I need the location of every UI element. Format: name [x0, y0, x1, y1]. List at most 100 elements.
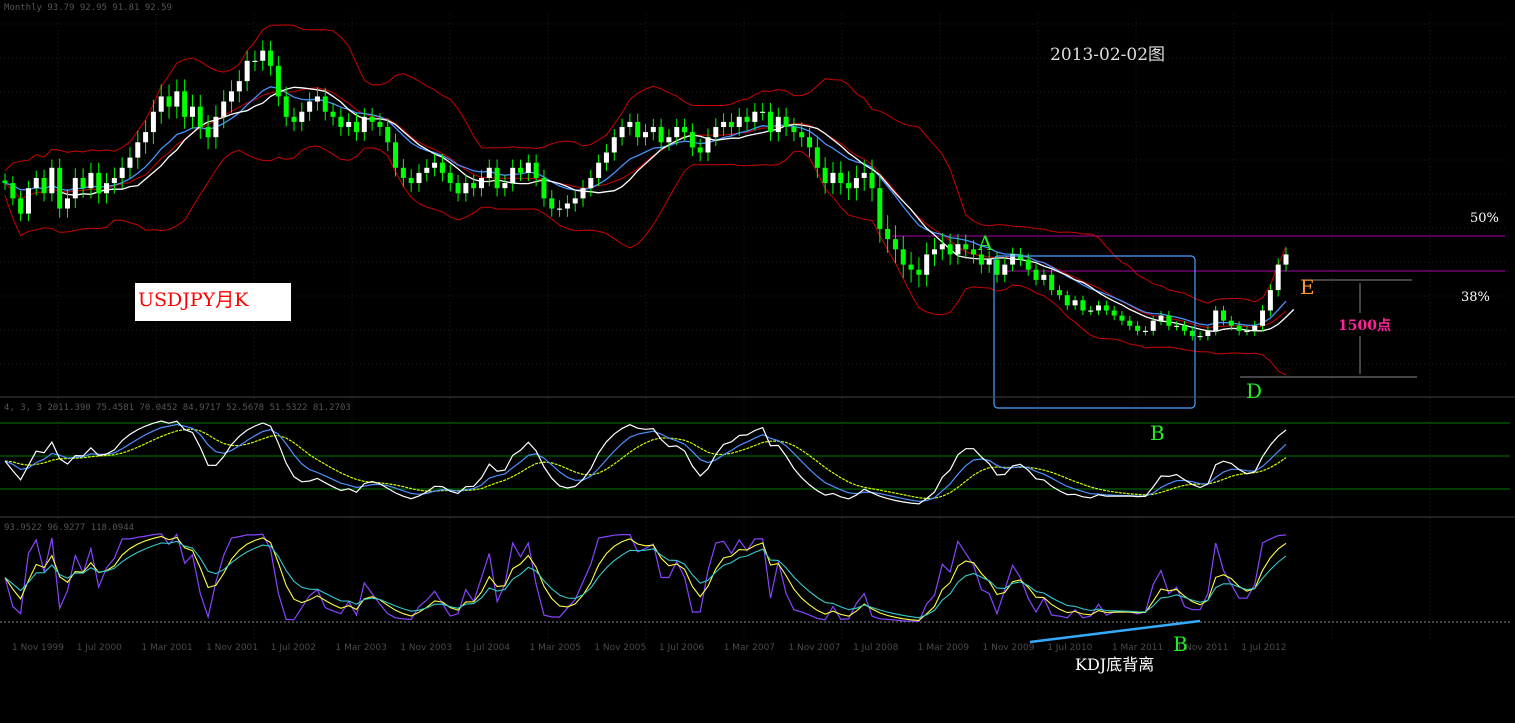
- kdj-divergence-label: KDJ底背离: [1075, 655, 1154, 674]
- candle-body: [307, 101, 313, 112]
- candle-body: [229, 91, 235, 102]
- candle: [275, 56, 281, 107]
- candle-body: [111, 177, 117, 184]
- x-tick-label: 1 Nov 2003: [400, 643, 452, 653]
- candle-body: [189, 106, 195, 117]
- candle-body: [908, 264, 914, 270]
- candle: [1103, 300, 1109, 316]
- candle: [455, 174, 461, 202]
- candle-body: [33, 177, 39, 189]
- candle-body: [1221, 310, 1227, 321]
- candle: [525, 154, 531, 182]
- candle: [236, 70, 242, 103]
- candle-body: [197, 106, 203, 128]
- candle-body: [150, 111, 156, 133]
- candle-body: [603, 152, 609, 163]
- candle-body: [1080, 300, 1086, 311]
- candle-body: [1017, 254, 1023, 260]
- x-axis-ticks: 1 Nov 1999 1 Jul 2000 1 Mar 2001 1 Nov 2001…: [12, 643, 1287, 653]
- candle-body: [338, 116, 344, 128]
- candle-body: [447, 172, 453, 184]
- candle-body: [1150, 320, 1156, 331]
- candle-body: [760, 111, 766, 113]
- candle-body: [275, 65, 281, 97]
- candle: [760, 103, 766, 121]
- candle: [1158, 310, 1164, 326]
- candle-body: [853, 177, 859, 189]
- fib-38-label: 38%: [1461, 290, 1490, 305]
- candle-body: [205, 127, 211, 138]
- candle: [197, 94, 203, 139]
- candle-body: [1096, 305, 1102, 311]
- candle-body: [471, 183, 477, 189]
- candle: [510, 159, 516, 192]
- candle: [307, 92, 313, 121]
- candle-body: [900, 249, 906, 265]
- candle-body: [666, 137, 672, 143]
- candle-body: [1025, 259, 1031, 270]
- candle: [822, 157, 828, 194]
- label-b2: B: [1173, 632, 1188, 656]
- candle: [260, 40, 266, 71]
- candle-body: [119, 167, 125, 178]
- candle-body: [627, 121, 633, 128]
- candle: [96, 162, 102, 204]
- candle: [150, 99, 156, 145]
- candle: [447, 164, 453, 192]
- x-tick-label: 1 Jul 2012: [1241, 643, 1286, 653]
- candle: [963, 234, 969, 259]
- candle-body: [1064, 295, 1070, 306]
- candle: [1260, 304, 1266, 332]
- candle-body: [10, 183, 16, 199]
- candle-body: [955, 244, 961, 255]
- candle-body: [939, 244, 945, 250]
- candle: [1135, 321, 1141, 336]
- candle-body: [416, 172, 422, 184]
- x-tick-label: 1 Nov 2001: [206, 643, 258, 653]
- candle: [1275, 258, 1281, 297]
- candle-body: [80, 177, 86, 189]
- candle-body: [1228, 320, 1234, 326]
- candle-body: [291, 116, 297, 122]
- candle-body: [64, 198, 70, 209]
- candle: [408, 169, 414, 192]
- candle: [252, 50, 258, 71]
- candle-body: [1056, 290, 1062, 296]
- candle: [205, 115, 211, 150]
- candle: [814, 137, 820, 178]
- candle: [1252, 320, 1258, 336]
- candle-body: [432, 162, 438, 168]
- candle-body: [283, 96, 289, 117]
- candle: [697, 138, 703, 162]
- candle-body: [658, 127, 664, 143]
- label-a: A: [977, 231, 993, 255]
- candle-body: [1252, 325, 1258, 331]
- candle-body: [1033, 269, 1039, 280]
- candle: [1119, 310, 1125, 326]
- candle-body: [721, 121, 727, 128]
- candle-body: [72, 177, 78, 199]
- candle-body: [424, 167, 430, 173]
- candle-body: [96, 172, 102, 194]
- candle: [166, 84, 172, 119]
- candle-body: [572, 198, 578, 204]
- candle: [189, 94, 195, 129]
- candle-body: [502, 183, 508, 189]
- candle-body: [1283, 254, 1289, 265]
- candle-body: [1088, 310, 1094, 312]
- candle-body: [439, 162, 445, 173]
- candle-body: [713, 127, 719, 138]
- candle: [143, 120, 149, 154]
- candle: [908, 251, 914, 283]
- candle: [1064, 290, 1070, 310]
- candle-body: [41, 177, 47, 194]
- candle-body: [478, 177, 484, 189]
- candle: [49, 159, 55, 202]
- candle: [775, 107, 781, 142]
- candle: [635, 113, 641, 146]
- candle: [268, 40, 274, 76]
- kdj-header: 4, 3, 3 2011.390 75.4581 70.0452 84.9717…: [4, 403, 351, 413]
- candle: [41, 169, 47, 202]
- candle-body: [1158, 315, 1164, 321]
- candle: [330, 103, 336, 126]
